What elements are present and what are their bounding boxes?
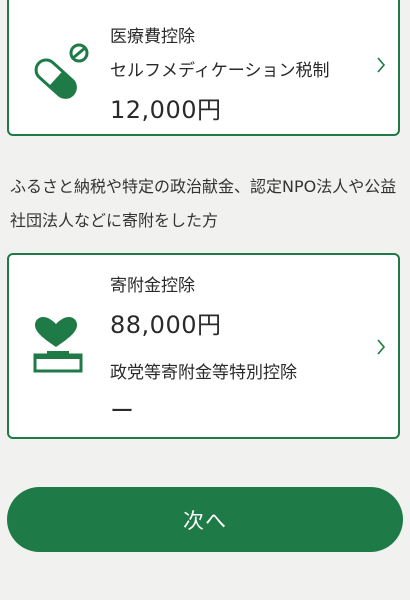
donation-deduction-card[interactable]: 寄附金控除 88,000円 政党等寄附金等特別控除 ー [7, 253, 400, 439]
card-sub-amount: ー [110, 397, 135, 425]
chevron-right-icon [377, 339, 386, 355]
next-button[interactable]: 次へ [7, 487, 403, 552]
medical-expense-card[interactable]: 医療費控除 セルフメディケーション税制 12,000円 [7, 0, 400, 136]
pill-icon [34, 43, 89, 99]
card-amount: 88,000円 [110, 311, 222, 339]
donation-box-icon [33, 317, 83, 373]
donation-description: ふるさと納税や特定の政治献金、認定NPO法人や公益社団法人などに寄附をした方 [10, 177, 397, 230]
card-subtitle: 政党等寄附金等特別控除 [110, 363, 297, 383]
card-amount: 12,000円 [110, 96, 222, 124]
card-title: 医療費控除 [110, 27, 195, 47]
card-title: 寄附金控除 [110, 276, 195, 296]
chevron-right-icon [377, 57, 386, 73]
card-subtitle: セルフメディケーション税制 [110, 61, 330, 81]
